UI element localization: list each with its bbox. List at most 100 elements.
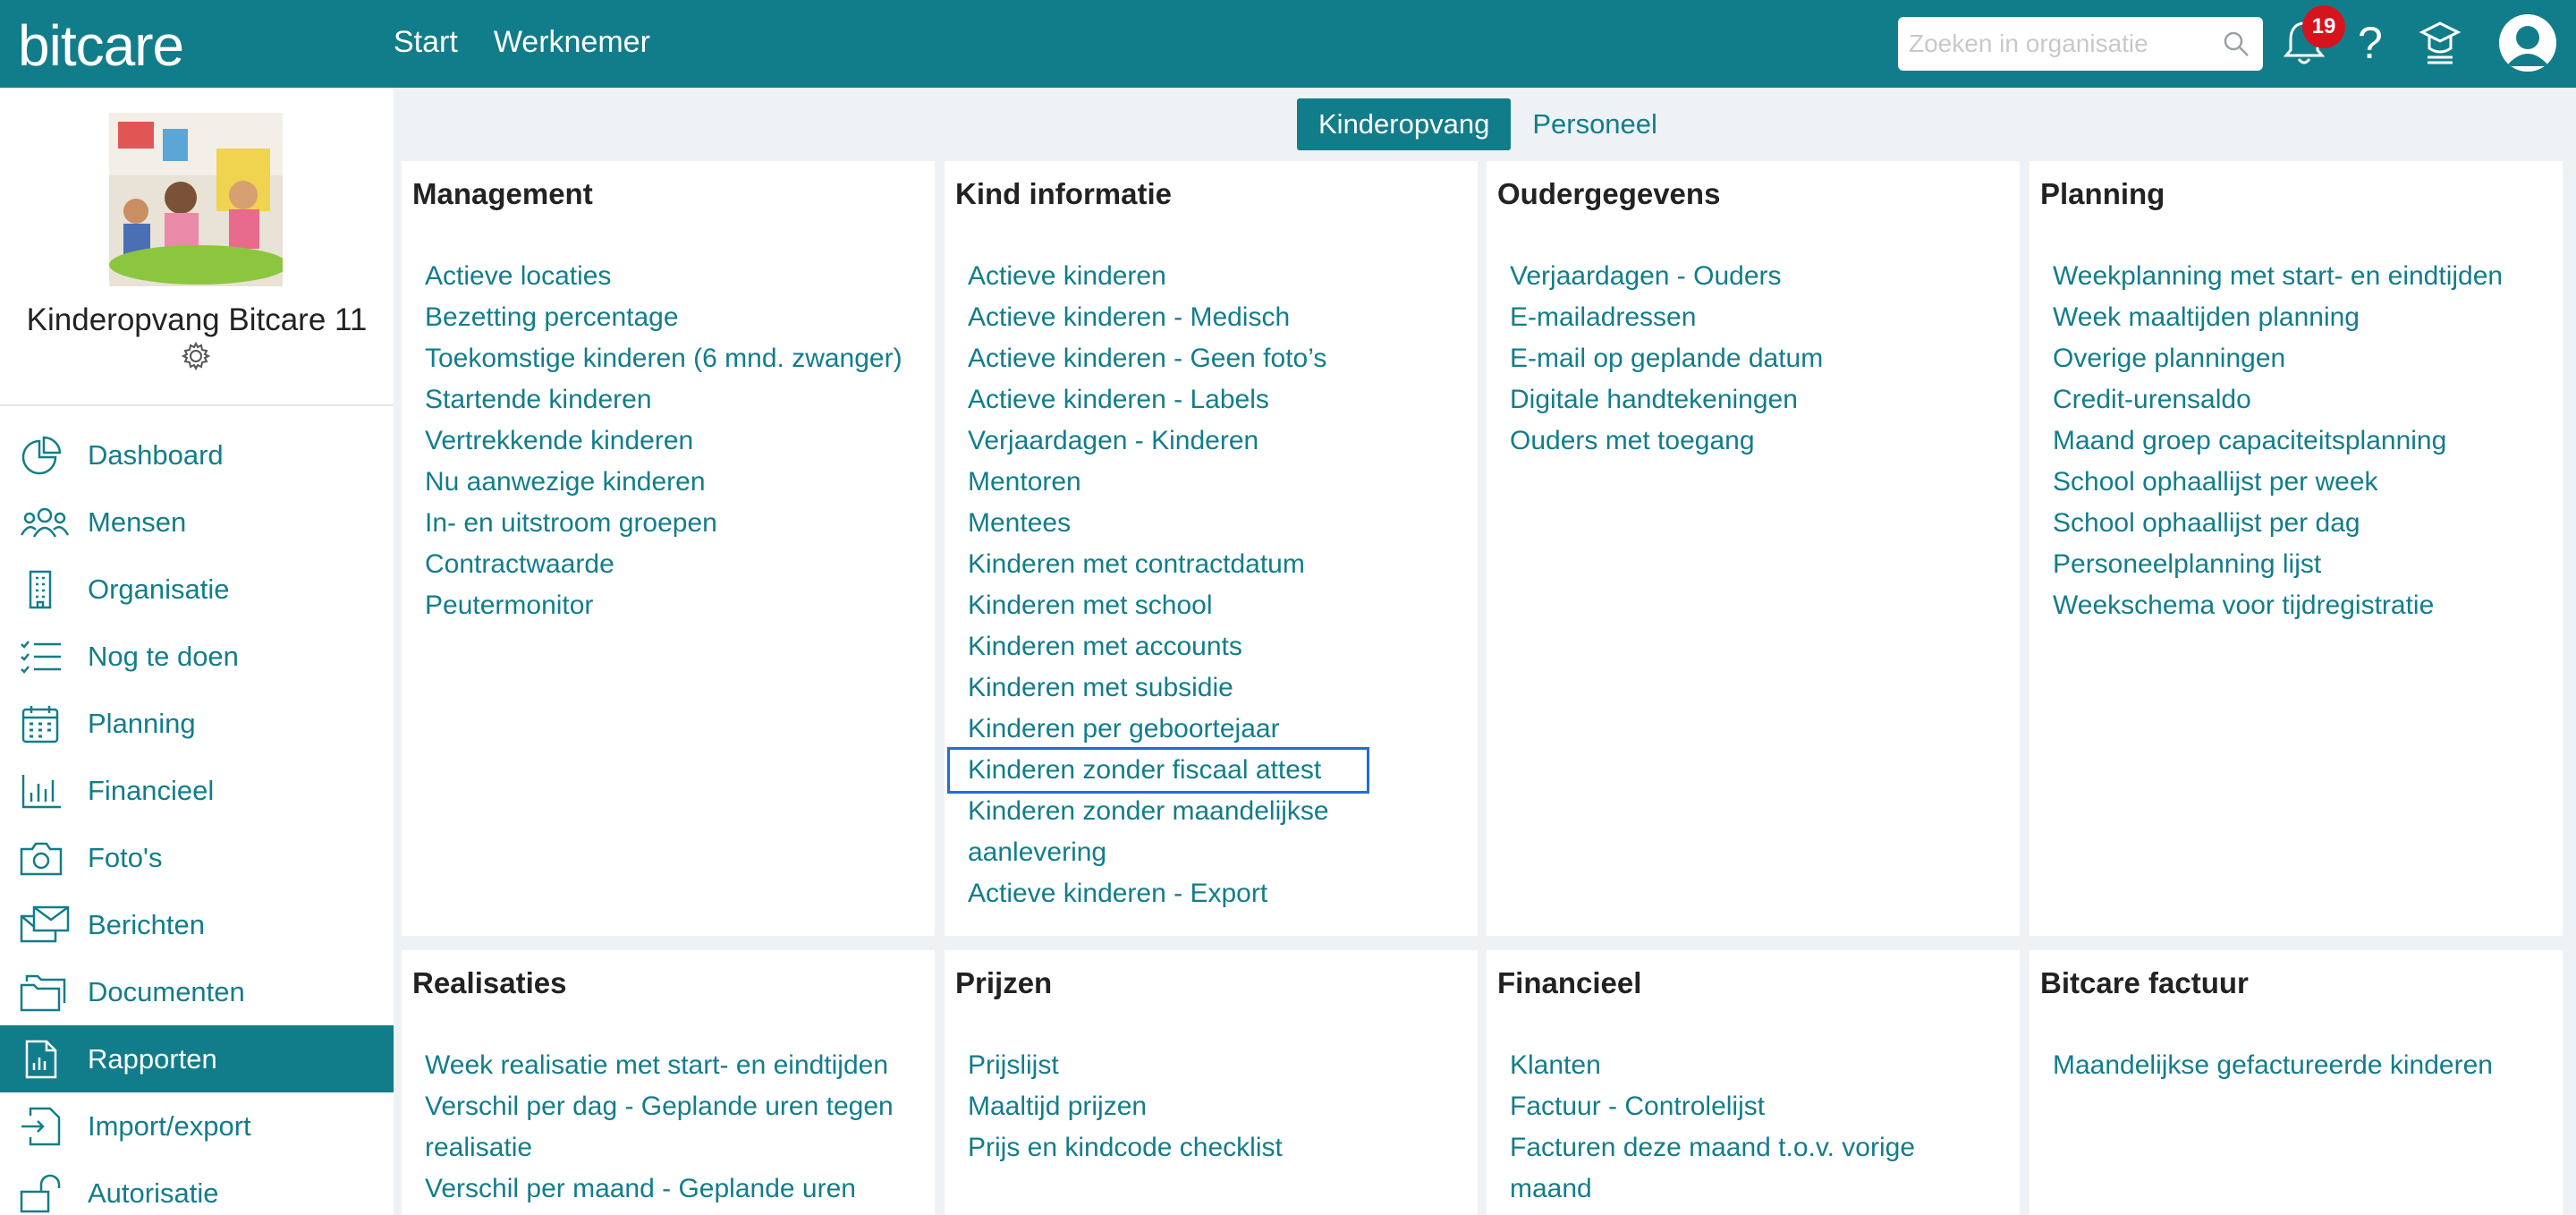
card-title: Prijzen xyxy=(955,966,1053,999)
report-link[interactable]: Maandelijkse gefactureerde kinderen xyxy=(2053,1045,2545,1086)
report-link[interactable]: Actieve kinderen xyxy=(968,256,1460,297)
report-link[interactable]: Vertrekkende kinderen xyxy=(425,421,917,462)
bar-chart-icon xyxy=(20,769,70,812)
nav-werknemer[interactable]: Werknemer xyxy=(494,25,650,60)
report-link[interactable]: Credit-urensaldo xyxy=(2053,379,2545,421)
card-oudergegevens: Oudergegevens Verjaardagen - Ouders E-ma… xyxy=(1487,161,2020,936)
sidebar-item-fotos[interactable]: Foto's xyxy=(0,824,394,891)
import-export-icon xyxy=(20,1105,70,1148)
report-link[interactable]: Week realisatie met start- en eindtijden xyxy=(425,1045,917,1086)
report-link[interactable]: Personeelplanning lijst xyxy=(2053,544,2545,585)
bitcare-logo[interactable]: bitcare xyxy=(18,13,184,79)
nav-start[interactable]: Start xyxy=(394,25,458,60)
card-links: Actieve locaties Bezetting percentage To… xyxy=(425,256,917,626)
report-link[interactable]: Toekomstige kinderen (6 mnd. zwanger) xyxy=(425,338,917,379)
report-link[interactable]: Mentoren xyxy=(968,462,1460,503)
card-bitcare-factuur: Bitcare factuur Maandelijkse gefactureer… xyxy=(2029,950,2563,1215)
report-link[interactable]: School ophaallijst per week xyxy=(2053,462,2545,503)
report-link[interactable]: Overige planningen xyxy=(2053,338,2545,379)
report-link[interactable]: Facturen deze maand t.o.v. vorige maand xyxy=(1510,1127,2002,1210)
sidebar-item-label: Planning xyxy=(88,707,196,739)
sidebar-item-organisatie[interactable]: Organisatie xyxy=(0,556,394,623)
search-input[interactable] xyxy=(1898,17,2202,71)
report-link[interactable]: Actieve kinderen - Export xyxy=(968,873,1460,914)
sidebar-item-import-export[interactable]: Import/export xyxy=(0,1092,394,1160)
sidebar-item-nog-te-doen[interactable]: Nog te doen xyxy=(0,623,394,690)
report-link[interactable]: Verschil per dag - Geplande uren tegen r… xyxy=(425,1086,917,1168)
sidebar-item-mensen[interactable]: Mensen xyxy=(0,489,394,556)
sidebar-item-financieel[interactable]: Financieel xyxy=(0,757,394,824)
sidebar-item-label: Autorisatie xyxy=(88,1177,219,1209)
folder-icon xyxy=(20,971,70,1014)
report-link[interactable]: Kinderen met subsidie xyxy=(968,667,1460,709)
card-links: Maandelijkse gefactureerde kinderen xyxy=(2053,1045,2545,1086)
report-link[interactable]: Factuur - Controlelijst xyxy=(1510,1086,2002,1127)
card-links: Prijslijst Maaltijd prijzen Prijs en kin… xyxy=(968,1045,1460,1168)
report-link[interactable]: Bezetting percentage xyxy=(425,297,917,338)
report-link[interactable]: Prijs en kindcode checklist xyxy=(968,1127,1460,1168)
gear-icon[interactable] xyxy=(181,341,211,376)
sidebar-item-label: Dashboard xyxy=(88,438,224,471)
sidebar-item-autorisatie[interactable]: Autorisatie xyxy=(0,1160,394,1215)
sidebar-item-label: Mensen xyxy=(88,506,187,538)
report-link[interactable]: Verjaardagen - Kinderen xyxy=(968,421,1460,462)
report-link[interactable]: Prijslijst xyxy=(968,1045,1460,1086)
card-title: Bitcare factuur xyxy=(2040,966,2249,999)
report-link[interactable]: Startende kinderen xyxy=(425,379,917,421)
report-link[interactable]: Kinderen met contractdatum xyxy=(968,544,1460,585)
organisation-name: Kinderopvang Bitcare 11 xyxy=(26,302,368,337)
report-link[interactable]: Digitale handtekeningen xyxy=(1510,379,2002,421)
report-link[interactable]: School ophaallijst per dag xyxy=(2053,503,2545,544)
report-link[interactable]: Actieve locaties xyxy=(425,256,917,297)
sidebar-item-planning[interactable]: Planning xyxy=(0,690,394,757)
sidebar-item-berichten[interactable]: Berichten xyxy=(0,891,394,958)
report-link[interactable]: Kinderen met school xyxy=(968,585,1460,626)
report-link[interactable]: Weekschema voor tijdregistratie xyxy=(2053,585,2545,626)
report-link[interactable]: Week maaltijden planning xyxy=(2053,297,2545,338)
sidebar-item-dashboard[interactable]: Dashboard xyxy=(0,421,394,489)
notification-badge[interactable]: 19 xyxy=(2302,5,2345,48)
help-icon[interactable]: ? xyxy=(2358,16,2383,70)
report-link[interactable]: Mentees xyxy=(968,503,1460,544)
pie-chart-icon xyxy=(20,434,70,477)
report-link[interactable]: Peutermonitor xyxy=(425,585,917,626)
tab-personeel[interactable]: Personeel xyxy=(1511,98,1679,150)
report-tabs: Kinderopvang Personeel xyxy=(1297,98,1679,150)
report-link[interactable]: Kinderen zonder maandelijkse aanlevering xyxy=(968,791,1460,873)
user-avatar[interactable] xyxy=(2499,14,2556,72)
card-links: Klanten Factuur - Controlelijst Facturen… xyxy=(1510,1045,2002,1210)
report-link[interactable]: Maand groep capaciteitsplanning xyxy=(2053,421,2545,462)
sidebar-item-label: Import/export xyxy=(88,1109,251,1142)
report-link[interactable]: Weekplanning met start- en eindtijden xyxy=(2053,256,2545,297)
report-link[interactable]: Maaltijd prijzen xyxy=(968,1086,1460,1127)
card-title: Oudergegevens xyxy=(1497,177,1721,210)
report-link[interactable]: Ouders met toegang xyxy=(1510,421,2002,462)
report-link[interactable]: Contractwaarde xyxy=(425,544,917,585)
card-realisaties: Realisaties Week realisatie met start- e… xyxy=(402,950,935,1215)
card-planning: Planning Weekplanning met start- en eind… xyxy=(2029,161,2563,936)
report-link[interactable]: Actieve kinderen - Medisch xyxy=(968,297,1460,338)
report-link[interactable]: Kinderen met accounts xyxy=(968,626,1460,667)
report-link[interactable]: Kinderen per geboortejaar xyxy=(968,709,1460,750)
report-link[interactable]: E-mail op geplande datum xyxy=(1510,338,2002,379)
search-icon[interactable] xyxy=(2222,30,2250,63)
report-link[interactable]: In- en uitstroom groepen xyxy=(425,503,917,544)
graduation-cap-icon[interactable] xyxy=(2419,18,2462,72)
messages-icon xyxy=(20,904,70,947)
tab-kinderopvang[interactable]: Kinderopvang xyxy=(1297,98,1512,150)
report-link-focused[interactable]: Kinderen zonder fiscaal attest xyxy=(947,747,1369,794)
report-link[interactable]: Verschil per maand - Geplande uren xyxy=(425,1168,917,1210)
building-icon xyxy=(20,568,70,611)
report-link[interactable]: E-mailadressen xyxy=(1510,297,2002,338)
calendar-icon xyxy=(20,702,70,745)
report-link[interactable]: Verjaardagen - Ouders xyxy=(1510,256,2002,297)
sidebar-item-label: Organisatie xyxy=(88,573,230,605)
report-link[interactable]: Nu aanwezige kinderen xyxy=(425,462,917,503)
report-icon xyxy=(20,1038,70,1081)
report-link[interactable]: Actieve kinderen - Labels xyxy=(968,379,1460,421)
lock-icon xyxy=(20,1172,70,1215)
report-link[interactable]: Klanten xyxy=(1510,1045,2002,1086)
sidebar-item-rapporten[interactable]: Rapporten xyxy=(0,1025,394,1092)
report-link[interactable]: Actieve kinderen - Geen foto’s xyxy=(968,338,1460,379)
sidebar-item-documenten[interactable]: Documenten xyxy=(0,958,394,1025)
